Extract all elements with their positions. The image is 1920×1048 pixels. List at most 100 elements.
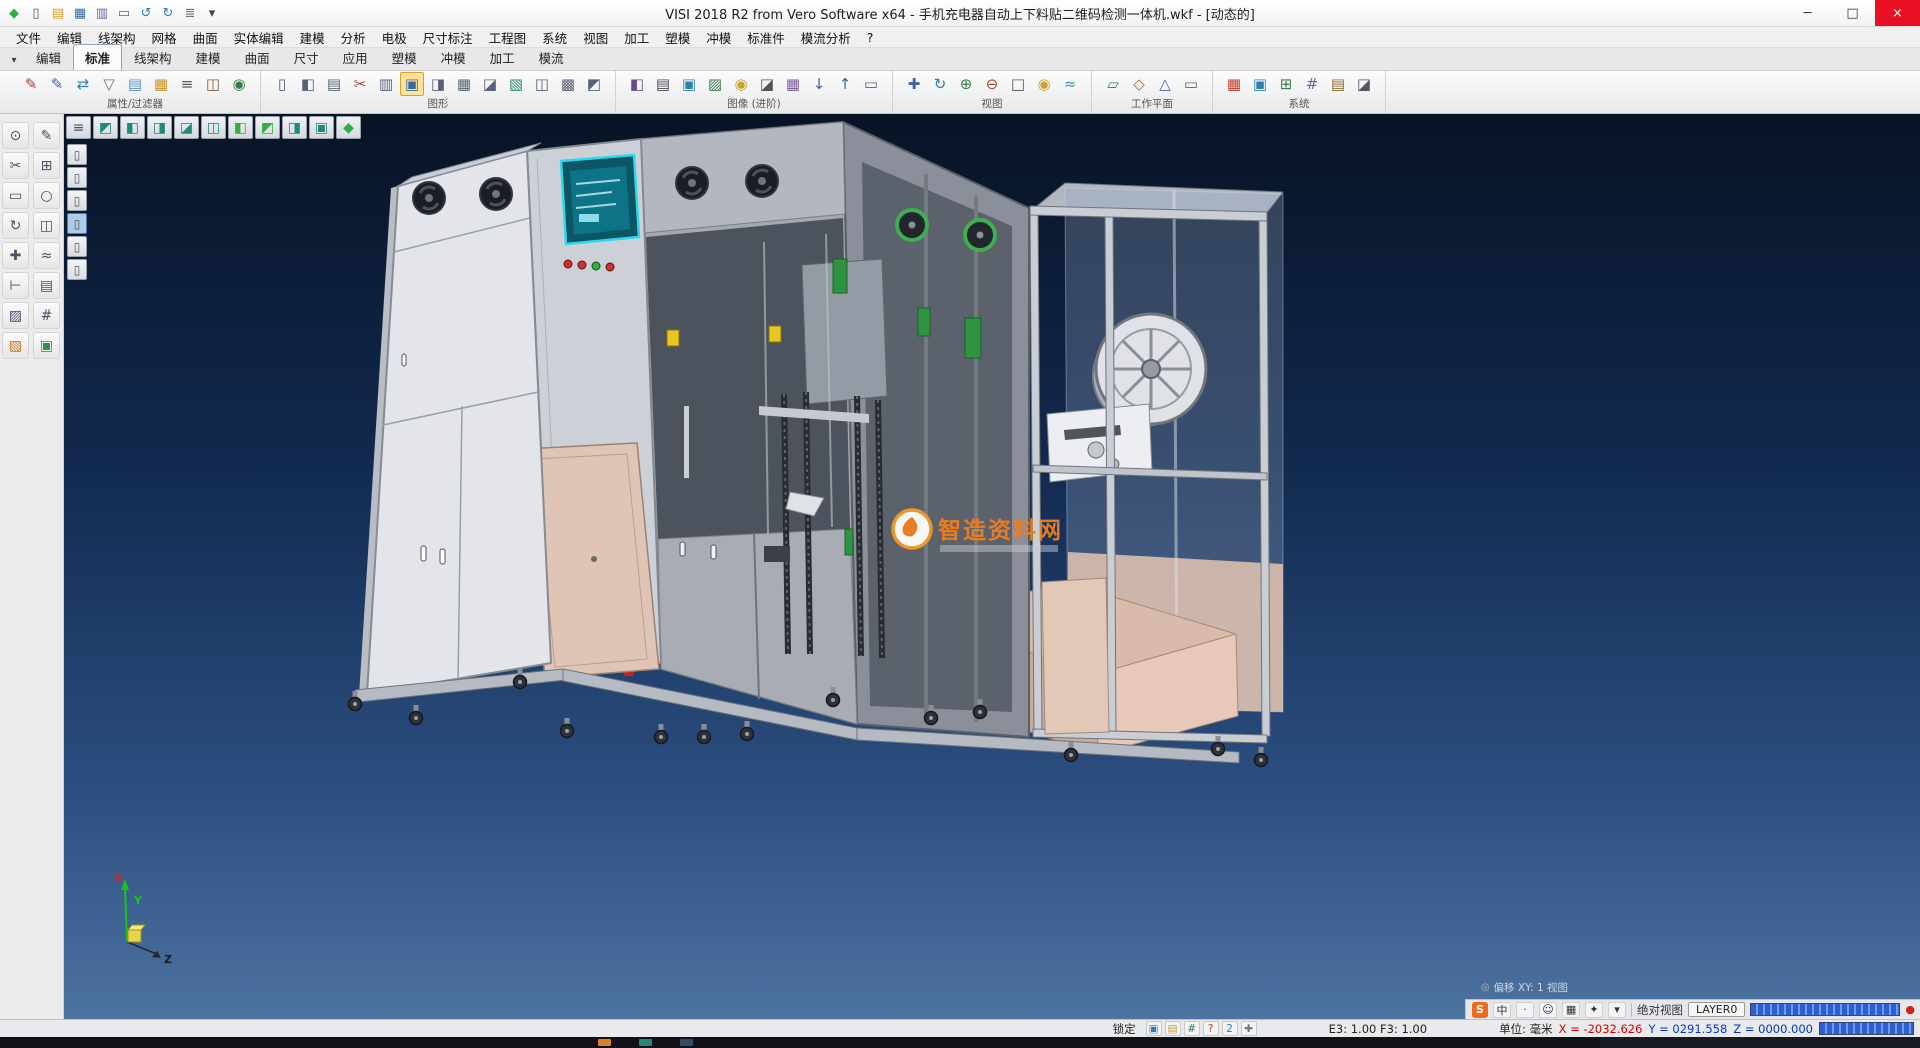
system-settings-icon[interactable]: ▦ (1222, 72, 1246, 96)
workplane-view-icon[interactable]: ▭ (1179, 72, 1203, 96)
menu-item[interactable]: ? (859, 28, 882, 47)
status-image-icon[interactable]: ▤ (1165, 1021, 1181, 1036)
image-plane-icon[interactable]: ▭ (859, 72, 883, 96)
menu-item[interactable]: 冲模 (698, 26, 739, 49)
graphics-corner-icon[interactable]: ◪ (478, 72, 502, 96)
ribbon-tab[interactable]: 模流 (527, 44, 576, 70)
minimize-button[interactable]: ─ (1785, 0, 1830, 26)
edit-point-icon[interactable]: ✎ (33, 122, 60, 149)
status-display-icon[interactable]: ▣ (1146, 1021, 1162, 1036)
layer-list-icon[interactable]: ▤ (33, 272, 60, 299)
graphics-copy-icon[interactable]: ◧ (296, 72, 320, 96)
ribbon-tab[interactable]: 加工 (478, 44, 527, 70)
plane-btn-5[interactable]: ▯ (67, 236, 87, 257)
rect-icon[interactable]: ▭ (2, 182, 29, 209)
view-zoom-out-icon[interactable]: ⊖ (980, 72, 1004, 96)
image-bg-icon[interactable]: ▦ (781, 72, 805, 96)
ime-menu[interactable]: ▾ (1608, 1002, 1626, 1018)
trim-icon[interactable]: ✂ (2, 152, 29, 179)
view-dynamic-icon[interactable]: ≈ (1058, 72, 1082, 96)
new-file-icon[interactable]: ▯ (26, 3, 46, 23)
qat-more-icon[interactable]: ▾ (202, 3, 222, 23)
menu-item[interactable]: 模流分析 (793, 26, 859, 49)
workplane-align-icon[interactable]: ◇ (1127, 72, 1151, 96)
select-icon[interactable]: ⊙ (2, 122, 29, 149)
plane-btn-3[interactable]: ▯ (67, 190, 87, 211)
graphics-pane-icon[interactable]: ◨ (426, 72, 450, 96)
viewport[interactable]: 智造资料网 X Y Z ≡ (64, 114, 1920, 1019)
render-icon[interactable]: ▣ (33, 332, 60, 359)
status-2-icon[interactable]: 2 (1222, 1021, 1238, 1036)
graphics-grid-icon[interactable]: ▦ (452, 72, 476, 96)
view-light-icon[interactable]: ◉ (1032, 72, 1056, 96)
system-calc-icon[interactable]: ▤ (1326, 72, 1350, 96)
status-tools-icon[interactable]: ✚ (1241, 1021, 1257, 1036)
graphics-new-icon[interactable]: ▯ (270, 72, 294, 96)
ribbon-tab[interactable]: 标准 (73, 44, 122, 70)
ribbon-tab[interactable]: 塑模 (380, 44, 429, 70)
view-menu-icon[interactable]: ≡ (66, 116, 91, 139)
lock-toggle[interactable]: 锁定 (1109, 1021, 1140, 1037)
system-snap-icon[interactable]: # (1300, 72, 1324, 96)
ribbon-tab[interactable]: 线架构 (122, 44, 184, 70)
mirror-icon[interactable]: ◫ (33, 212, 60, 239)
app-logo-icon[interactable]: ◆ (4, 3, 24, 23)
measure-icon[interactable]: # (33, 302, 60, 329)
image-light-icon[interactable]: ◉ (729, 72, 753, 96)
move-icon[interactable]: ✚ (2, 242, 29, 269)
palette-icon[interactable]: ▧ (2, 332, 29, 359)
save-icon[interactable]: ▦ (70, 3, 90, 23)
ribbon-tab[interactable]: 编辑 (24, 44, 73, 70)
plane-btn-1[interactable]: ▯ (67, 144, 87, 165)
menu-item[interactable]: 加工 (616, 26, 657, 49)
system-shade-icon[interactable]: ◪ (1352, 72, 1376, 96)
image-capture-icon[interactable]: ◧ (625, 72, 649, 96)
image-shadow-icon[interactable]: ◪ (755, 72, 779, 96)
attr-info-icon[interactable]: ◉ (227, 72, 251, 96)
taskbar-app-icon[interactable] (680, 1039, 693, 1046)
image-import-icon[interactable]: ↑ (833, 72, 857, 96)
graphics-frame-icon[interactable]: ◩ (582, 72, 606, 96)
plane-btn-4[interactable]: ▯ (67, 213, 87, 234)
ribbon-tab[interactable]: 建模 (184, 44, 233, 70)
ime-logo-icon[interactable]: S (1472, 1002, 1488, 1018)
status-snap-icon[interactable]: # (1184, 1021, 1200, 1036)
view-pan-icon[interactable]: ✚ (902, 72, 926, 96)
circle-icon[interactable]: ○ (33, 182, 60, 209)
view-rotate-icon[interactable]: ↻ (928, 72, 952, 96)
ime-punct[interactable]: · (1516, 1002, 1534, 1018)
front-view-icon[interactable]: ◧ (120, 116, 145, 139)
attr-pen-blue-icon[interactable]: ✎ (45, 72, 69, 96)
status-help-icon[interactable]: ? (1203, 1021, 1219, 1036)
rotate-icon[interactable]: ↻ (2, 212, 29, 239)
attr-linetype-icon[interactable]: ≡ (175, 72, 199, 96)
tray-record-icon[interactable]: ● (1905, 1003, 1915, 1016)
graphics-view-icon[interactable]: ▣ (400, 72, 424, 96)
attr-filter-icon[interactable]: ▽ (97, 72, 121, 96)
view-zoom-in-icon[interactable]: ⊕ (954, 72, 978, 96)
graphics-split-icon[interactable]: ◫ (530, 72, 554, 96)
image-film-icon[interactable]: ▤ (651, 72, 675, 96)
ime-skin[interactable]: ✦ (1585, 1002, 1603, 1018)
plane-btn-2[interactable]: ▯ (67, 167, 87, 188)
print-icon[interactable]: ▭ (114, 3, 134, 23)
system-display-icon[interactable]: ▣ (1248, 72, 1272, 96)
ribbon-tab[interactable]: 尺寸 (282, 44, 331, 70)
menu-item[interactable]: 标准件 (739, 26, 793, 49)
side-view-icon[interactable]: ◪ (174, 116, 199, 139)
view-fit-icon[interactable]: □ (1006, 72, 1030, 96)
image-export-icon[interactable]: ↓ (807, 72, 831, 96)
bottom-view-icon[interactable]: ◧ (228, 116, 253, 139)
attr-match-icon[interactable]: ⇄ (71, 72, 95, 96)
graphics-hatch-icon[interactable]: ▧ (504, 72, 528, 96)
ime-keyboard[interactable]: ▦ (1562, 1002, 1580, 1018)
workplane-3point-icon[interactable]: △ (1153, 72, 1177, 96)
ribbon-tab[interactable]: 冲模 (429, 44, 478, 70)
open-folder-icon[interactable]: ▤ (48, 3, 68, 23)
taskbar-tray[interactable] (1600, 1037, 1920, 1048)
top-view-icon[interactable]: ◨ (147, 116, 172, 139)
graphics-sheet-icon[interactable]: ▥ (374, 72, 398, 96)
fill-icon[interactable]: ▨ (2, 302, 29, 329)
taskbar-app-icon[interactable] (598, 1039, 611, 1046)
back-view-icon[interactable]: ◫ (201, 116, 226, 139)
